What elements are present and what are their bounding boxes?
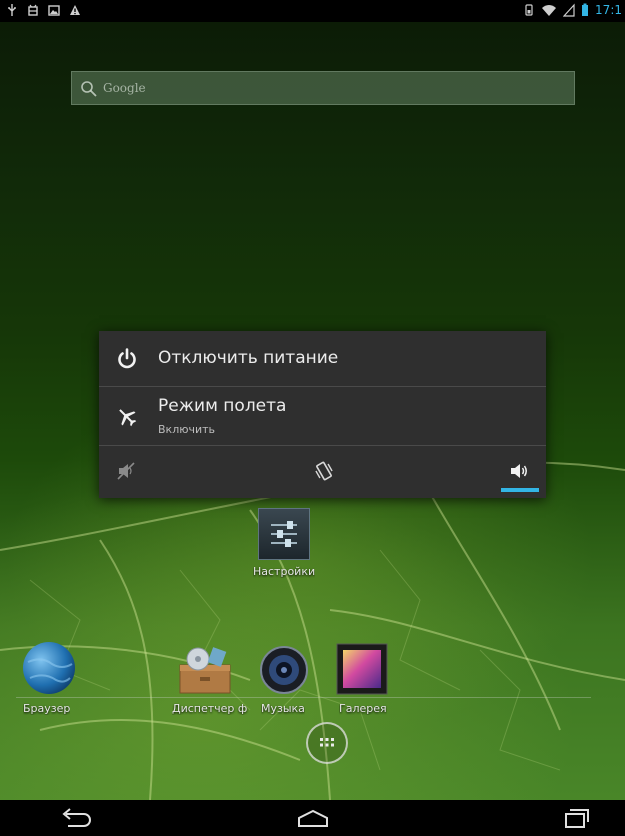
recent-apps-icon[interactable] — [556, 806, 596, 830]
dock-divider — [16, 697, 591, 698]
power-icon — [118, 348, 136, 369]
airplane-mode-option[interactable]: Режим полета Включить — [99, 387, 546, 446]
file-manager-app-label: Диспетчер ф — [172, 702, 248, 715]
navigation-bar — [0, 800, 625, 836]
search-placeholder: Google — [103, 81, 146, 95]
settings-app-icon[interactable] — [258, 508, 310, 560]
usb-icon — [8, 4, 16, 16]
sound-on-icon[interactable] — [508, 460, 530, 482]
home-icon[interactable] — [293, 806, 333, 830]
power-off-label: Отключить питание — [158, 348, 339, 368]
search-bar[interactable]: Google — [71, 71, 575, 105]
signal-icon — [563, 3, 575, 17]
back-icon[interactable] — [56, 806, 96, 830]
search-icon — [81, 81, 97, 97]
battery-small-icon — [525, 4, 533, 16]
status-right-icons: 17:1 — [523, 2, 622, 18]
wifi-icon — [542, 5, 557, 16]
gallery-icon[interactable] — [336, 643, 388, 695]
gallery-app-label: Галерея — [339, 702, 387, 715]
power-options-dialog: Отключить питание Режим полета Включить — [99, 331, 546, 498]
globe-icon[interactable] — [22, 640, 76, 696]
android-debug-icon — [28, 4, 38, 16]
file-manager-icon[interactable] — [178, 645, 232, 695]
power-off-option[interactable]: Отключить питание — [99, 331, 546, 387]
selected-sound-indicator — [501, 488, 539, 492]
airplane-mode-label: Режим полета — [158, 396, 287, 416]
airplane-mode-sublabel: Включить — [158, 423, 216, 436]
warning-icon — [70, 5, 80, 15]
airplane-icon — [119, 409, 137, 427]
status-time: 17:1 — [595, 3, 622, 17]
sliders-icon — [271, 521, 297, 547]
vibrate-icon[interactable] — [313, 460, 335, 482]
sound-mode-selector — [99, 446, 546, 498]
music-app-label: Музыка — [261, 702, 305, 715]
settings-app-label: Настройки — [253, 565, 316, 578]
all-apps-button[interactable] — [306, 722, 348, 764]
status-bar: 17:1 — [0, 0, 625, 22]
music-speaker-icon[interactable] — [259, 645, 309, 695]
image-icon — [48, 5, 60, 16]
battery-icon — [582, 3, 589, 16]
browser-app-label: Браузер — [23, 702, 71, 715]
status-left-icons — [6, 3, 81, 17]
silent-icon[interactable] — [115, 460, 137, 482]
apps-grid-icon — [320, 738, 334, 747]
